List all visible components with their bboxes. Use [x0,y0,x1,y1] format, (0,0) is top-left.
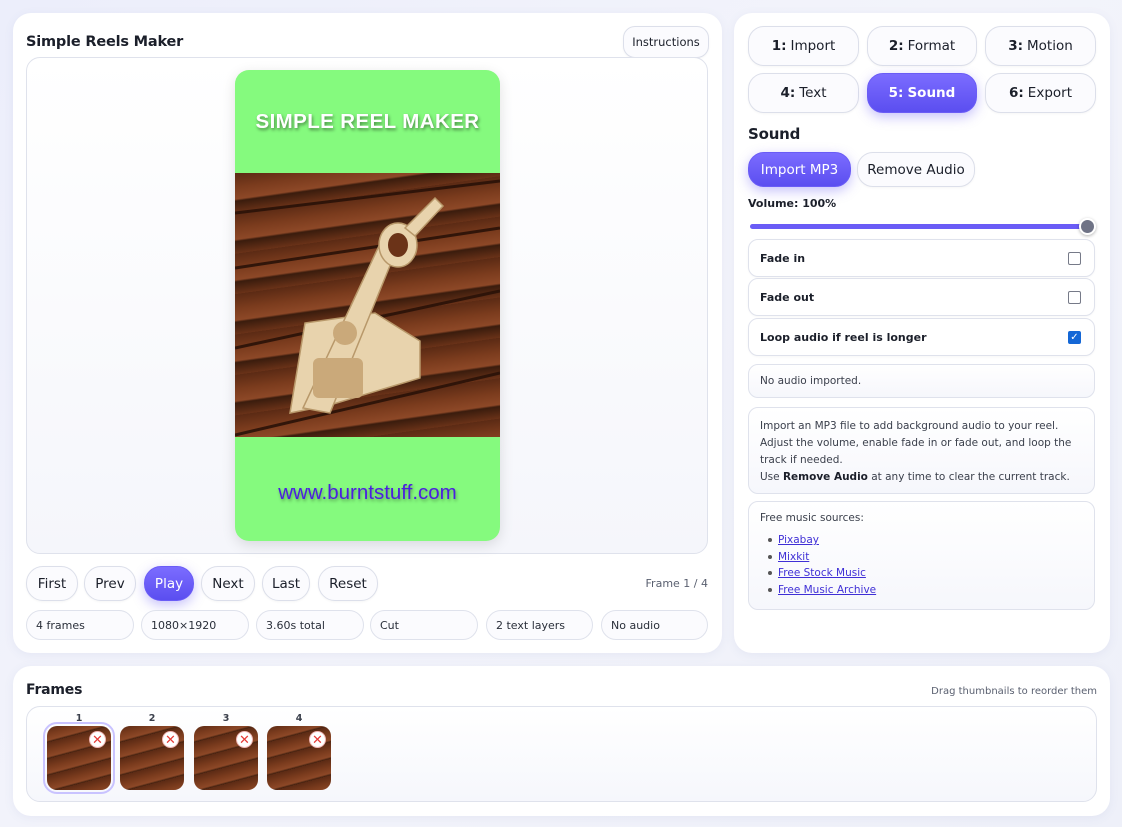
help-line: Use Remove Audio at any time to clear th… [760,471,1070,483]
source-link-mixkit[interactable]: Mixkit [778,551,809,563]
loop-audio-label: Loop audio if reel is longer [760,330,927,344]
app-title: Simple Reels Maker [26,34,184,50]
help-line: Adjust the volume, enable fade in or fad… [760,437,1072,466]
close-icon[interactable]: ✕ [162,731,179,748]
frames-strip: 1 ✕ 2 ✕ 3 ✕ 4 ✕ [26,706,1097,802]
list-item: Mixkit [768,549,1083,566]
frame-thumbnail-2[interactable]: 2 ✕ [118,713,186,790]
frame-thumbnail-3[interactable]: 3 ✕ [192,713,260,790]
info-chip-resolution: 1080×1920 [141,610,249,640]
info-chip-duration: 3.60s total [256,610,364,640]
tab-label: Import [790,38,836,54]
tab-number: 2: [888,38,904,54]
tab-number: 6: [1009,85,1024,101]
fade-out-label: Fade out [760,290,815,304]
volume-slider-thumb[interactable] [1079,218,1096,235]
list-item: Free Music Archive [768,582,1083,599]
instructions-button[interactable]: Instructions [623,26,709,58]
source-link-free-music-archive[interactable]: Free Music Archive [778,584,876,596]
tab-label: Sound [907,85,956,101]
frame-thumbnail-1[interactable]: 1 ✕ [43,713,115,794]
reel-photo [235,173,500,437]
frame-thumbnail-4[interactable]: 4 ✕ [265,713,333,790]
volume-label: Volume: 100% [748,197,837,210]
fade-in-checkbox[interactable] [1068,252,1081,265]
reel-url-text: www.burntstuff.com [278,481,457,504]
frames-hint: Drag thumbnails to reorder them [931,686,1097,697]
close-icon[interactable]: ✕ [89,731,106,748]
frames-title: Frames [26,682,83,698]
frame-image[interactable]: ✕ [194,726,258,790]
section-title: Sound [748,125,801,143]
fade-out-option[interactable]: Fade out [748,278,1095,316]
frame-image[interactable]: ✕ [267,726,331,790]
tab-number: 4: [780,85,796,101]
tab-label: Format [907,38,956,54]
play-button[interactable]: Play [144,566,194,601]
tab-import[interactable]: 1: Import [748,26,859,66]
frame-counter: Frame 1 / 4 [645,577,708,590]
tab-sound[interactable]: 5: Sound [867,73,977,113]
next-frame-button[interactable]: Next [201,566,255,601]
tab-label: Text [799,85,827,101]
source-link-free-stock-music[interactable]: Free Stock Music [778,567,866,579]
frame-number: 4 [295,713,303,724]
music-sources: Free music sources: Pixabay Mixkit Free … [748,501,1095,610]
volume-slider[interactable] [750,218,1096,235]
reset-button[interactable]: Reset [318,566,378,601]
close-icon[interactable]: ✕ [236,731,253,748]
music-sources-list: Pixabay Mixkit Free Stock Music Free Mus… [760,532,1083,598]
help-remove-audio-emphasis: Remove Audio [782,471,868,483]
list-item: Free Stock Music [768,565,1083,582]
tab-text[interactable]: 4: Text [748,73,859,113]
info-chip-transition: Cut [370,610,478,640]
frames-panel: Frames Drag thumbnails to reorder them 1… [13,666,1110,816]
tab-number: 3: [1008,38,1023,54]
info-chip-audio: No audio [601,610,708,640]
info-chip-text-layers: 2 text layers [486,610,593,640]
frame-image[interactable]: ✕ [120,726,184,790]
tab-label: Motion [1027,38,1073,54]
first-frame-button[interactable]: First [26,566,78,601]
fade-in-option[interactable]: Fade in [748,239,1095,277]
settings-panel: 1: Import 2: Format 3: Motion 4: Text 5: Soun… [734,13,1110,653]
tab-label: Export [1027,85,1072,101]
reel-preview-area: SIMPLE REEL MAKER www.burntstuff.com [26,57,708,554]
tab-format[interactable]: 2: Format [867,26,977,66]
sound-help-text: Import an MP3 file to add background aud… [748,407,1095,494]
list-item: Pixabay [768,532,1083,549]
info-chip-frames: 4 frames [26,610,134,640]
tab-number: 1: [771,38,787,54]
frame-number: 3 [222,713,230,724]
frame-image[interactable]: ✕ [43,722,115,794]
music-sources-title: Free music sources: [760,512,864,524]
tab-motion[interactable]: 3: Motion [985,26,1096,66]
fade-in-label: Fade in [760,251,806,265]
prev-frame-button[interactable]: Prev [84,566,136,601]
tab-export[interactable]: 6: Export [985,73,1096,113]
frame-number: 1 [75,713,83,724]
reel-canvas: SIMPLE REEL MAKER www.burntstuff.com [235,70,500,541]
volume-slider-fill [750,224,1088,229]
frame-number: 2 [148,713,156,724]
tab-number: 5: [888,85,904,101]
source-link-pixabay[interactable]: Pixabay [778,534,819,546]
help-line: Import an MP3 file to add background aud… [760,420,1059,432]
fade-out-checkbox[interactable] [1068,291,1081,304]
remove-audio-button[interactable]: Remove Audio [857,152,975,187]
loop-audio-option[interactable]: Loop audio if reel is longer ✓ [748,318,1095,356]
close-icon[interactable]: ✕ [309,731,326,748]
last-frame-button[interactable]: Last [262,566,310,601]
loop-audio-checkbox[interactable]: ✓ [1068,331,1081,344]
import-mp3-button[interactable]: Import MP3 [748,152,851,187]
preview-panel: Simple Reels Maker Instructions SIMPLE R… [13,13,722,653]
reel-title-text: SIMPLE REEL MAKER [255,110,480,133]
audio-status: No audio imported. [748,364,1095,398]
